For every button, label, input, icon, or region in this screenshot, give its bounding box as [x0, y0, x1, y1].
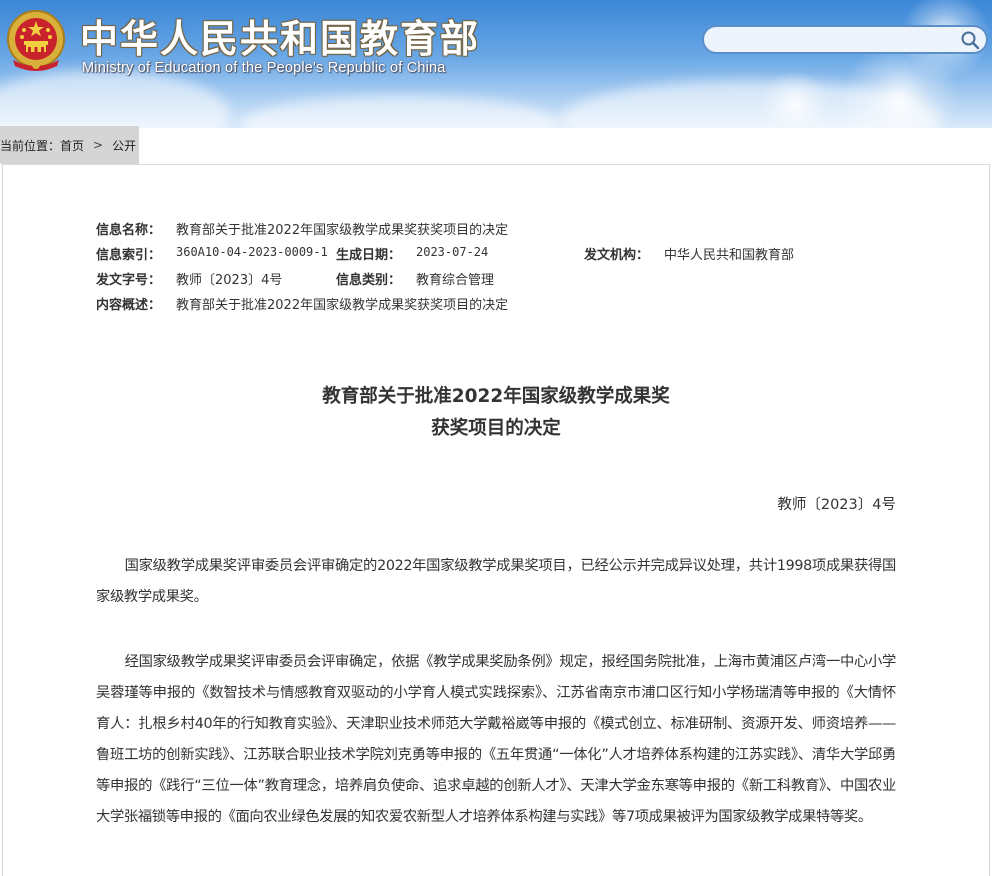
search-input[interactable]	[718, 30, 958, 49]
info-docnum-label: 发文字号：	[96, 273, 162, 288]
info-category-value: 教育综合管理	[416, 273, 495, 288]
article-paragraph-2: 经国家级教学成果奖评审委员会评审确定，依据《教学成果奖励条例》规定，报经国务院批…	[96, 654, 896, 825]
info-org-value: 中华人民共和国教育部	[664, 248, 795, 263]
breadcrumb: 当前位置： 首页 > 公开	[0, 136, 136, 154]
cloud-decoration	[240, 95, 560, 128]
info-date-label: 生成日期：	[336, 248, 402, 263]
info-row-summary: 内容概述： 教育部关于批准2022年国家级教学成果奖获奖项目的决定	[96, 294, 896, 314]
article-doc-number: 教师〔2023〕4号	[777, 497, 896, 513]
breadcrumb-separator: >	[93, 138, 104, 152]
breadcrumb-current-link[interactable]: 公开	[112, 137, 136, 154]
info-org-label: 发文机构：	[584, 248, 650, 263]
info-docnum-value: 教师〔2023〕4号	[176, 273, 283, 288]
info-date-value: 2023-07-24	[416, 245, 489, 259]
info-category-label: 信息类别：	[336, 273, 402, 288]
dandelion-decoration	[760, 70, 830, 128]
info-row-index: 信息索引： 360A10-04-2023-0009-1 生成日期： 2023-0…	[96, 244, 896, 264]
info-index-label: 信息索引：	[96, 248, 162, 263]
breadcrumb-prefix: 当前位置：	[0, 138, 61, 153]
info-row-docnum: 发文字号： 教师〔2023〕4号 信息类别： 教育综合管理	[96, 269, 896, 289]
search-box	[702, 25, 988, 54]
article-paragraph-1: 国家级教学成果奖评审委员会评审确定的2022年国家级教学成果奖项目，已经公示并完…	[96, 558, 896, 605]
breadcrumb-home-link[interactable]: 首页	[60, 137, 84, 154]
cloud-decoration	[0, 70, 230, 128]
site-header: 中华人民共和国教育部 Ministry of Education of the …	[0, 0, 992, 128]
info-row-name: 信息名称： 教育部关于批准2022年国家级教学成果奖获奖项目的决定	[96, 219, 896, 239]
site-title-english: Ministry of Education of the People's Re…	[82, 60, 446, 76]
info-name-value: 教育部关于批准2022年国家级教学成果奖获奖项目的决定	[176, 223, 509, 238]
info-summary-value: 教育部关于批准2022年国家级教学成果奖获奖项目的决定	[176, 298, 509, 313]
search-icon[interactable]	[960, 30, 980, 50]
article-title-line2: 获奖项目的决定	[431, 418, 561, 439]
national-emblem-icon	[7, 10, 65, 71]
site-title-chinese: 中华人民共和国教育部	[80, 17, 481, 61]
info-summary-label: 内容概述：	[96, 298, 162, 313]
info-index-value: 360A10-04-2023-0009-1	[176, 245, 328, 259]
article-title-line1: 教育部关于批准2022年国家级教学成果奖	[322, 386, 670, 407]
info-name-label: 信息名称：	[96, 223, 162, 238]
